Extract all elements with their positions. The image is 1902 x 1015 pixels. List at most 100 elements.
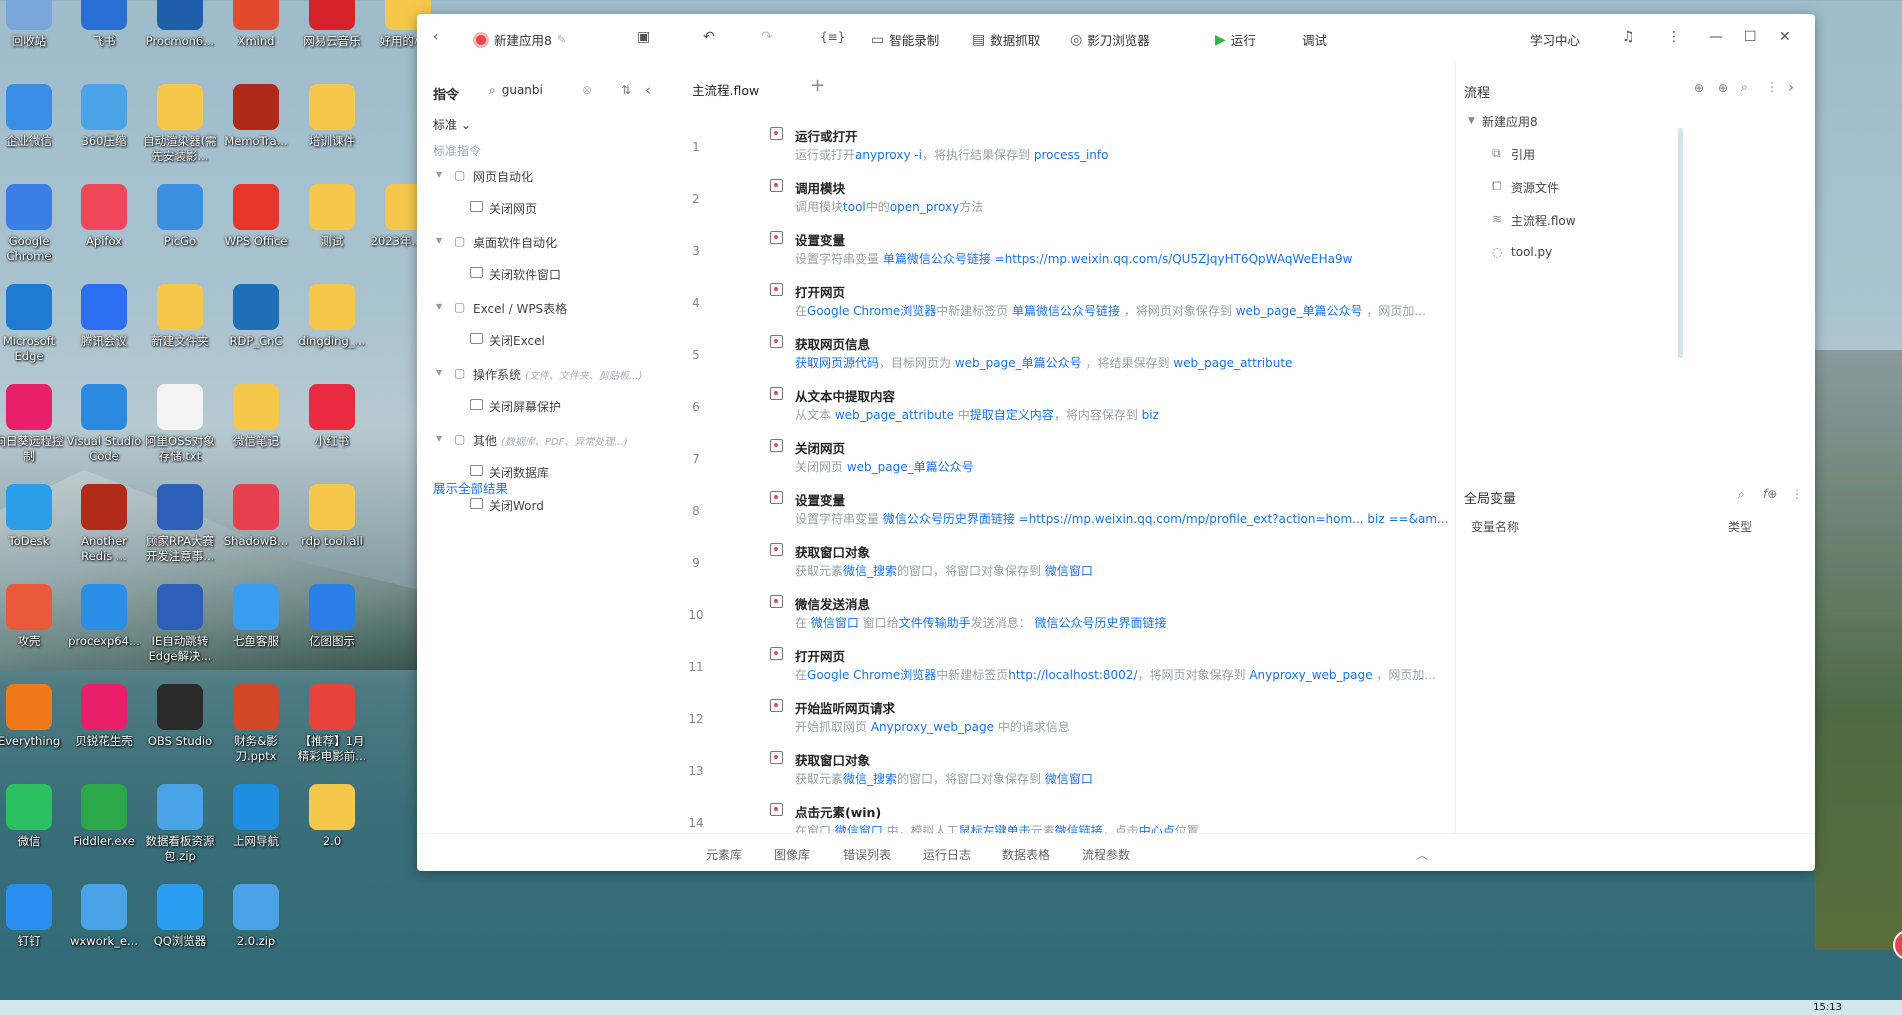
undo-button[interactable]: ↶: [703, 30, 715, 44]
desktop-icon[interactable]: 企业微信: [0, 84, 67, 149]
desktop-icon[interactable]: Another Redis ...: [66, 484, 142, 564]
desktop-icon[interactable]: 亿图图示: [294, 584, 370, 649]
desktop-icon[interactable]: 向日葵远程控制: [0, 384, 67, 464]
tab-main-flow[interactable]: 主流程.flow: [692, 80, 760, 101]
category-dropdown[interactable]: 标准 ⌄: [433, 116, 471, 133]
desktop-icon[interactable]: 腾讯会议: [66, 284, 142, 349]
chevron-up-icon[interactable]: ︿: [1416, 846, 1428, 863]
more-menu-button[interactable]: ⋮: [1667, 30, 1681, 44]
notifications-button[interactable]: ♫: [1622, 30, 1635, 44]
tree-command[interactable]: 关闭屏幕保护: [489, 398, 561, 415]
redo-button[interactable]: ↷: [761, 30, 773, 44]
edit-pencil-icon[interactable]: ✎: [557, 33, 566, 47]
tree-command[interactable]: 关闭Word: [489, 497, 544, 514]
smart-record-button[interactable]: ▭ 智能录制: [871, 30, 939, 49]
tree-command[interactable]: 关闭软件窗口: [489, 266, 561, 283]
desktop-icon[interactable]: 阿里OSS对象存储.txt: [142, 384, 218, 464]
save-button[interactable]: ▣: [637, 30, 650, 44]
command-search-input[interactable]: ⌕ guanbi: [489, 83, 543, 97]
desktop-icon[interactable]: ShadowB...: [218, 484, 294, 549]
chevron-right-icon[interactable]: ›: [1788, 78, 1794, 96]
tree-category[interactable]: 桌面软件自动化: [473, 234, 557, 251]
desktop-icon[interactable]: 顾家RPA大赛开发注意事...: [142, 484, 218, 564]
desktop-icon[interactable]: rdp tool.all: [294, 484, 370, 549]
desktop-icon[interactable]: 贝锐花生壳: [66, 684, 142, 749]
tab-run-log[interactable]: 运行日志: [923, 846, 971, 863]
desktop-icon[interactable]: 【推荐】1月精彩电影前...: [294, 684, 370, 764]
desktop-icon[interactable]: 2.0.zip: [218, 884, 294, 949]
add-tab-icon[interactable]: +: [810, 75, 825, 96]
desktop-icon[interactable]: MemoTra...: [218, 84, 294, 149]
caret-down-icon[interactable]: ▼: [1468, 116, 1475, 126]
desktop-icon[interactable]: QQ浏览器: [142, 884, 218, 949]
flow-tree-item[interactable]: 引用: [1511, 146, 1535, 163]
desktop-icon[interactable]: RDP_CnC: [218, 284, 294, 349]
desktop-icon[interactable]: WPS Office: [218, 184, 294, 249]
tab-error-list[interactable]: 错误列表: [843, 846, 891, 863]
clear-search-icon[interactable]: ⊗: [582, 83, 592, 97]
desktop-icon[interactable]: Everything: [0, 684, 67, 749]
caret-down-icon[interactable]: ▼: [436, 434, 442, 443]
learning-center-link[interactable]: 学习中心: [1530, 30, 1580, 49]
more-vertical-icon[interactable]: ⋮: [1791, 487, 1803, 501]
sort-icon[interactable]: ⇅: [621, 83, 631, 97]
desktop-icon[interactable]: 攻壳: [0, 584, 67, 649]
close-button[interactable]: ✕: [1779, 30, 1791, 44]
search-icon[interactable]: ⌕: [1741, 80, 1748, 95]
desktop-icon[interactable]: 财务&影刀.pptx: [218, 684, 294, 764]
search-globals-icon[interactable]: ⌕: [1738, 487, 1745, 502]
caret-down-icon[interactable]: ▼: [436, 170, 442, 179]
tree-category[interactable]: 网页自动化: [473, 168, 533, 185]
desktop-icon[interactable]: IE自动跳转Edge解决...: [142, 584, 218, 664]
browser-button[interactable]: ◎ 影刀浏览器: [1070, 30, 1150, 49]
add-flow-icon[interactable]: ⊕: [1694, 81, 1704, 95]
desktop-icon[interactable]: 微信: [0, 784, 67, 849]
desktop-icon[interactable]: Procmon6...: [142, 0, 218, 49]
desktop-icon[interactable]: 自动渲染器(需先安装影...: [142, 84, 218, 164]
data-scrape-button[interactable]: ▤ 数据抓取: [972, 30, 1040, 49]
maximize-button[interactable]: ☐: [1744, 30, 1757, 44]
desktop-icon[interactable]: OBS Studio: [142, 684, 218, 749]
collapse-panel-icon[interactable]: ‹: [645, 81, 651, 99]
desktop-icon[interactable]: 飞书: [66, 0, 142, 49]
desktop-icon[interactable]: 新建文件夹: [142, 284, 218, 349]
project-root[interactable]: 新建应用8: [1482, 113, 1538, 130]
flow-tree-item[interactable]: 主流程.flow: [1511, 212, 1576, 229]
desktop-icon[interactable]: 2.0: [294, 784, 370, 849]
debug-button[interactable]: 调试: [1302, 30, 1327, 49]
desktop-icon[interactable]: Fiddler.exe: [66, 784, 142, 849]
flow-tree-item[interactable]: tool.py: [1511, 245, 1552, 259]
back-button[interactable]: ‹: [433, 30, 439, 44]
run-button[interactable]: ▶ 运行: [1215, 30, 1256, 49]
desktop-icon[interactable]: 上网导航: [218, 784, 294, 849]
add-variable-icon[interactable]: f⊕: [1763, 487, 1777, 501]
tree-category[interactable]: 其他 (数据库、PDF、异常处理...): [473, 432, 628, 449]
tab-flow-params[interactable]: 流程参数: [1082, 846, 1130, 863]
tab-image-library[interactable]: 图像库: [774, 846, 810, 863]
desktop-icon[interactable]: 测试: [294, 184, 370, 249]
caret-down-icon[interactable]: ▼: [436, 236, 442, 245]
desktop-icon[interactable]: PicGo: [142, 184, 218, 249]
desktop-icon[interactable]: Google Chrome: [0, 184, 67, 264]
tree-category[interactable]: 操作系统 (文件、文件夹、剪贴板...): [473, 366, 642, 383]
app-title[interactable]: 新建应用8 ✎: [473, 30, 566, 49]
desktop-icon[interactable]: 钉钉: [0, 884, 67, 949]
tree-category[interactable]: Excel / WPS表格: [473, 300, 567, 317]
desktop-icon[interactable]: Xmind: [218, 0, 294, 49]
desktop-icon[interactable]: 数据看板资源包.zip: [142, 784, 218, 864]
tree-command[interactable]: 关闭网页: [489, 200, 537, 217]
tree-command[interactable]: 关闭Excel: [489, 332, 545, 349]
minimize-button[interactable]: —: [1709, 30, 1723, 44]
add-module-icon[interactable]: ⊕: [1718, 81, 1728, 95]
desktop-icon[interactable]: 七鱼客服: [218, 584, 294, 649]
caret-down-icon[interactable]: ▼: [436, 368, 442, 377]
desktop-icon[interactable]: ToDesk: [0, 484, 67, 549]
desktop-icon[interactable]: 培训课件: [294, 84, 370, 149]
variables-button[interactable]: {≡}: [820, 30, 845, 44]
tab-element-library[interactable]: 元素库: [706, 846, 742, 863]
desktop-icon[interactable]: 网易云音乐: [294, 0, 370, 49]
tab-data-table[interactable]: 数据表格: [1002, 846, 1050, 863]
desktop-icon[interactable]: wxwork_e...: [66, 884, 142, 949]
desktop-icon[interactable]: procexp64...: [66, 584, 142, 649]
flow-tree-item[interactable]: 资源文件: [1511, 179, 1559, 196]
